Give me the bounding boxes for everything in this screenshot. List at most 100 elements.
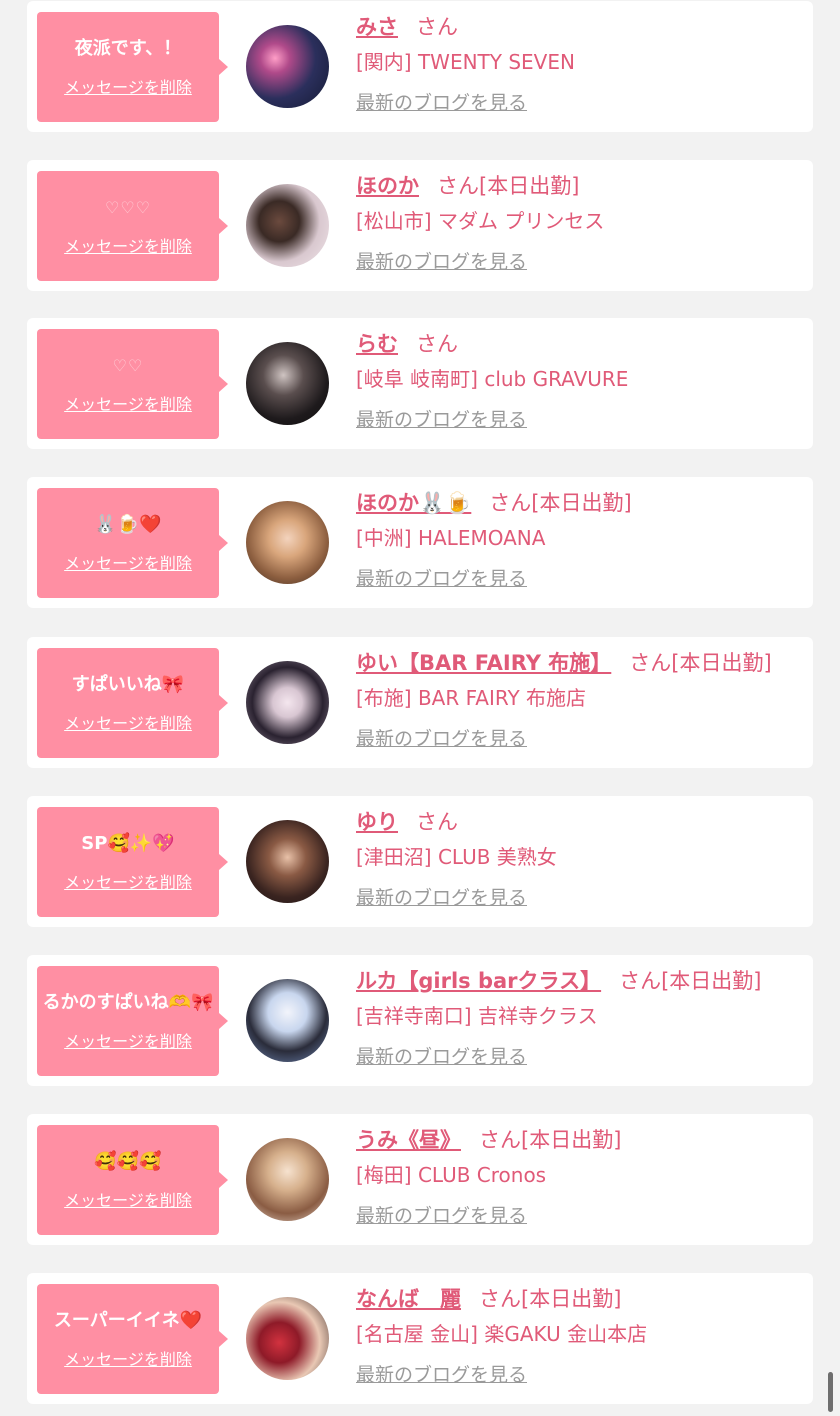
avatar[interactable] [246, 661, 329, 744]
message-bubble: SP🥰✨💖 メッセージを削除 [37, 807, 228, 917]
profile-name-link[interactable]: ゆい【BAR FAIRY 布施】 [356, 651, 611, 675]
message-text: ♡♡♡ [104, 198, 152, 217]
message-card: 🐰🍺❤️ メッセージを削除 ほのか🐰🍺 さん[本日出勤] [中洲] HALEMOA… [27, 477, 813, 608]
honorific: さん [416, 15, 458, 39]
name-line: ゆり さん [356, 805, 805, 839]
profile-info: ほのか🐰🍺 さん[本日出勤] [中洲] HALEMOANA 最新のブログを見る [356, 486, 805, 596]
message-card: SP🥰✨💖 メッセージを削除 ゆり さん [津田沼] CLUB 美熟女 最新のブロ… [27, 796, 813, 927]
honorific: さん [479, 1287, 521, 1311]
profile-info: らむ さん [岐阜 岐南町] club GRAVURE 最新のブログを見る [356, 327, 805, 437]
delete-message-link[interactable]: メッセージを削除 [64, 1028, 192, 1052]
message-card: 夜派です、！ メッセージを削除 みさ さん [関内] TWENTY SEVEN 最… [27, 1, 813, 132]
delete-message-link[interactable]: メッセージを削除 [64, 391, 192, 415]
avatar[interactable] [246, 979, 329, 1062]
attendance-status: [本日出勤] [661, 969, 762, 993]
message-bubble: すぱいいね🎀 メッセージを削除 [37, 648, 228, 758]
honorific: さん [619, 969, 662, 993]
delete-message-link[interactable]: メッセージを削除 [64, 1187, 192, 1211]
delete-message-link[interactable]: メッセージを削除 [64, 550, 192, 574]
latest-blog-link[interactable]: 最新のブログを見る [356, 881, 527, 915]
profile-name-link[interactable]: ルカ【girls barクラス】 [356, 969, 601, 993]
attendance-status: [本日出勤] [521, 1287, 622, 1311]
latest-blog-link[interactable]: 最新のブログを見る [356, 1040, 527, 1074]
latest-blog-link[interactable]: 最新のブログを見る [356, 403, 527, 437]
shop-name: [関内] TWENTY SEVEN [356, 50, 575, 74]
message-bubble: 夜派です、！ メッセージを削除 [37, 12, 228, 122]
message-card: ♡♡ メッセージを削除 らむ さん [岐阜 岐南町] club GRAVURE 最… [27, 318, 813, 449]
message-text: 夜派です、！ [74, 38, 182, 59]
profile-info: うみ《昼》 さん[本日出勤] [梅田] CLUB Cronos 最新のブログを見る [356, 1123, 805, 1233]
latest-blog-link[interactable]: 最新のブログを見る [356, 1358, 527, 1392]
profile-name-link[interactable]: ゆり [356, 810, 398, 834]
message-card: 🥰🥰🥰 メッセージを削除 うみ《昼》 さん[本日出勤] [梅田] CLUB Cro… [27, 1114, 813, 1245]
message-bubble: るかのすぱいね🫶🎀 メッセージを削除 [37, 966, 228, 1076]
avatar[interactable] [246, 184, 329, 267]
name-line: らむ さん [356, 327, 805, 361]
delete-message-link[interactable]: メッセージを削除 [64, 74, 192, 98]
avatar[interactable] [246, 501, 329, 584]
honorific: さん [416, 810, 458, 834]
profile-name-link[interactable]: らむ [356, 332, 398, 356]
message-bubble: ♡♡♡ メッセージを削除 [37, 171, 228, 281]
name-line: うみ《昼》 さん[本日出勤] [356, 1123, 805, 1157]
message-text: 🐰🍺❤️ [94, 514, 162, 535]
attendance-status: [本日出勤] [671, 651, 772, 675]
message-text: ♡♡ [112, 356, 144, 375]
name-line: ゆい【BAR FAIRY 布施】 さん[本日出勤] [356, 646, 805, 680]
message-card: ♡♡♡ メッセージを削除 ほのか さん[本日出勤] [松山市] マダム プリンセス… [27, 160, 813, 291]
profile-name-link[interactable]: ほのか🐰🍺 [356, 491, 471, 515]
delete-message-link[interactable]: メッセージを削除 [64, 233, 192, 257]
message-text: SP🥰✨💖 [81, 833, 175, 854]
avatar[interactable] [246, 342, 329, 425]
name-line: ほのか🐰🍺 さん[本日出勤] [356, 486, 805, 520]
profile-name-link[interactable]: うみ《昼》 [356, 1128, 461, 1152]
latest-blog-link[interactable]: 最新のブログを見る [356, 722, 527, 756]
name-line: みさ さん [356, 10, 805, 44]
avatar[interactable] [246, 25, 329, 108]
attendance-status: [本日出勤] [521, 1128, 622, 1152]
message-bubble: 🐰🍺❤️ メッセージを削除 [37, 488, 228, 598]
message-card: すぱいいね🎀 メッセージを削除 ゆい【BAR FAIRY 布施】 さん[本日出勤]… [27, 637, 813, 768]
shop-name: [松山市] マダム プリンセス [356, 209, 605, 233]
profile-info: みさ さん [関内] TWENTY SEVEN 最新のブログを見る [356, 10, 805, 120]
delete-message-link[interactable]: メッセージを削除 [64, 869, 192, 893]
delete-message-link[interactable]: メッセージを削除 [64, 1346, 192, 1370]
profile-info: ゆい【BAR FAIRY 布施】 さん[本日出勤] [布施] BAR FAIRY … [356, 646, 805, 756]
honorific: さん [437, 174, 479, 198]
profile-info: なんば 麗さん[本日出勤] [名古屋 金山] 楽GAKU 金山本店 最新のブログ… [356, 1282, 805, 1392]
scrollbar[interactable] [828, 1372, 833, 1412]
latest-blog-link[interactable]: 最新のブログを見る [356, 245, 527, 279]
avatar[interactable] [246, 1138, 329, 1221]
avatar[interactable] [246, 1297, 329, 1380]
message-text: るかのすぱいね🫶🎀 [42, 992, 214, 1013]
message-text: すぱいいね🎀 [71, 674, 185, 695]
message-text: スーパーイイネ❤️ [53, 1310, 203, 1331]
shop-name: [吉祥寺南口] 吉祥寺クラス [356, 1004, 598, 1028]
latest-blog-link[interactable]: 最新のブログを見る [356, 1199, 527, 1233]
message-card: るかのすぱいね🫶🎀 メッセージを削除 ルカ【girls barクラス】 さん[本日… [27, 955, 813, 1086]
latest-blog-link[interactable]: 最新のブログを見る [356, 562, 527, 596]
honorific: さん [416, 332, 458, 356]
message-bubble: スーパーイイネ❤️ メッセージを削除 [37, 1284, 228, 1394]
profile-info: ほのか さん[本日出勤] [松山市] マダム プリンセス 最新のブログを見る [356, 169, 805, 279]
delete-message-link[interactable]: メッセージを削除 [64, 710, 192, 734]
profile-name-link[interactable]: ほのか [356, 174, 419, 198]
shop-name: [津田沼] CLUB 美熟女 [356, 845, 557, 869]
message-bubble: 🥰🥰🥰 メッセージを削除 [37, 1125, 228, 1235]
name-line: ほのか さん[本日出勤] [356, 169, 805, 203]
honorific: さん [479, 1128, 521, 1152]
shop-name: [名古屋 金山] 楽GAKU 金山本店 [356, 1322, 648, 1346]
latest-blog-link[interactable]: 最新のブログを見る [356, 86, 527, 120]
attendance-status: [本日出勤] [531, 491, 632, 515]
name-line: なんば 麗さん[本日出勤] [356, 1282, 805, 1316]
honorific: さん [629, 651, 672, 675]
profile-name-link[interactable]: みさ [356, 15, 398, 39]
message-bubble: ♡♡ メッセージを削除 [37, 329, 228, 439]
shop-name: [中洲] HALEMOANA [356, 526, 546, 550]
message-text: 🥰🥰🥰 [94, 1151, 162, 1172]
name-line: ルカ【girls barクラス】 さん[本日出勤] [356, 964, 805, 998]
honorific: さん [489, 491, 532, 515]
avatar[interactable] [246, 820, 329, 903]
profile-name-link[interactable]: なんば 麗 [356, 1287, 461, 1311]
attendance-status: [本日出勤] [479, 174, 580, 198]
